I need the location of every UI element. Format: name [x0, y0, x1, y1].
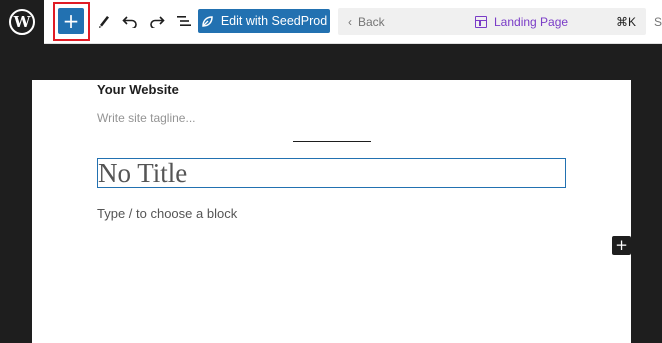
leaf-icon	[201, 15, 214, 28]
wordpress-logo-icon: W	[9, 9, 35, 35]
tools-button[interactable]	[93, 9, 115, 33]
list-view-button[interactable]	[173, 9, 195, 33]
back-label: Back	[358, 14, 385, 29]
post-title-text: No Title	[98, 158, 188, 188]
post-title-field[interactable]: No Title	[97, 158, 566, 188]
toolbar-edge-text[interactable]: S	[654, 0, 662, 44]
edit-with-seedprod-button[interactable]: Edit with SeedProd	[198, 9, 330, 33]
undo-icon	[122, 16, 137, 28]
layout-icon	[475, 15, 487, 28]
back-button[interactable]: ‹ Back	[348, 8, 385, 35]
block-inserter-button[interactable]: +	[612, 236, 631, 255]
block-placeholder[interactable]: Type / to choose a block	[97, 206, 237, 221]
seedprod-button-label: Edit with SeedProd	[220, 14, 328, 28]
document-title-label: Landing Page	[494, 14, 569, 29]
undo-button[interactable]	[119, 9, 141, 33]
pen-icon	[99, 16, 109, 28]
add-block-button[interactable]: +	[58, 8, 84, 34]
redo-button[interactable]	[146, 9, 168, 33]
list-view-icon	[177, 16, 191, 26]
document-title[interactable]: Landing Page	[475, 8, 568, 35]
editor-canvas: Your Website Write site tagline... No Ti…	[32, 80, 631, 343]
chevron-left-icon: ‹	[348, 14, 352, 29]
site-title[interactable]: Your Website	[97, 82, 179, 97]
redo-icon	[150, 16, 165, 28]
editor-toolbar: W + Edit with SeedProd ‹ Back Landing Pa…	[0, 0, 662, 44]
document-bar[interactable]: ‹ Back Landing Page ⌘K	[338, 8, 646, 35]
command-shortcut: ⌘K	[615, 14, 636, 29]
separator-block[interactable]	[293, 141, 371, 142]
site-tagline[interactable]: Write site tagline...	[97, 111, 195, 125]
wordpress-logo-button[interactable]: W	[0, 0, 44, 44]
